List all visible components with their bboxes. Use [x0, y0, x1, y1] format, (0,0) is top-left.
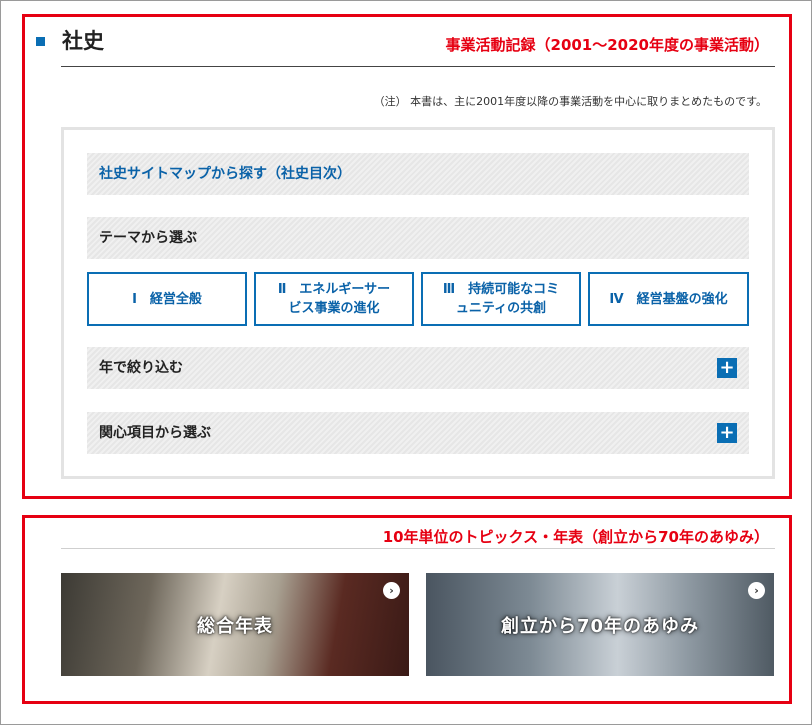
footnote: （注） 本書は、主に2001年度以降の事業活動を中心に取りまとめたものです。 — [373, 95, 767, 108]
title-divider — [61, 66, 775, 67]
theme-button-management[interactable]: Ⅰ 経営全般 — [87, 272, 247, 326]
annotation-label-timeline: 10年単位のトピックス・年表（創立から70年のあゆみ） — [382, 528, 769, 546]
theme-button-label: Ⅱ エネルギーサー — [277, 282, 391, 297]
theme-heading: テーマから選ぶ — [87, 217, 749, 259]
theme-button-energy-services[interactable]: Ⅱ エネルギーサー ビス事業の進化 — [254, 272, 414, 326]
annotation-label-business-record: 事業活動記録（2001～2020年度の事業活動） — [445, 36, 770, 54]
card-general-chronology[interactable]: 総合年表 › — [61, 573, 409, 676]
heading-marker-icon — [36, 37, 45, 46]
theme-button-label: Ⅳ 経営基盤の強化 — [609, 291, 728, 307]
theme-button-label: ュニティの共創 — [455, 301, 547, 316]
timeline-divider — [61, 548, 775, 549]
theme-button-label: Ⅰ 経営全般 — [132, 291, 202, 307]
theme-button-business-foundation[interactable]: Ⅳ 経営基盤の強化 — [588, 272, 749, 326]
card-label: 総合年表 — [197, 615, 273, 637]
chevron-right-icon: › — [383, 582, 400, 599]
chevron-right-icon: › — [748, 582, 765, 599]
theme-button-community[interactable]: Ⅲ 持続可能なコミ ュニティの共創 — [421, 272, 581, 326]
theme-button-label: ビス事業の進化 — [288, 301, 380, 316]
expand-plus-icon[interactable]: + — [717, 423, 737, 443]
topic-filter-toggle[interactable]: 関心項目から選ぶ + — [87, 412, 749, 454]
expand-plus-icon[interactable]: + — [717, 358, 737, 378]
page-title: 社史 — [62, 29, 104, 53]
year-filter-toggle[interactable]: 年で絞り込む + — [87, 347, 749, 389]
card-70-year-history[interactable]: 創立から70年のあゆみ › — [426, 573, 774, 676]
sitemap-link[interactable]: 社史サイトマップから探す（社史目次） — [87, 153, 749, 195]
theme-button-label: Ⅲ 持続可能なコミ — [442, 282, 560, 297]
year-filter-label: 年で絞り込む — [99, 360, 183, 376]
topic-filter-label: 関心項目から選ぶ — [99, 425, 211, 441]
card-label: 創立から70年のあゆみ — [500, 615, 700, 637]
